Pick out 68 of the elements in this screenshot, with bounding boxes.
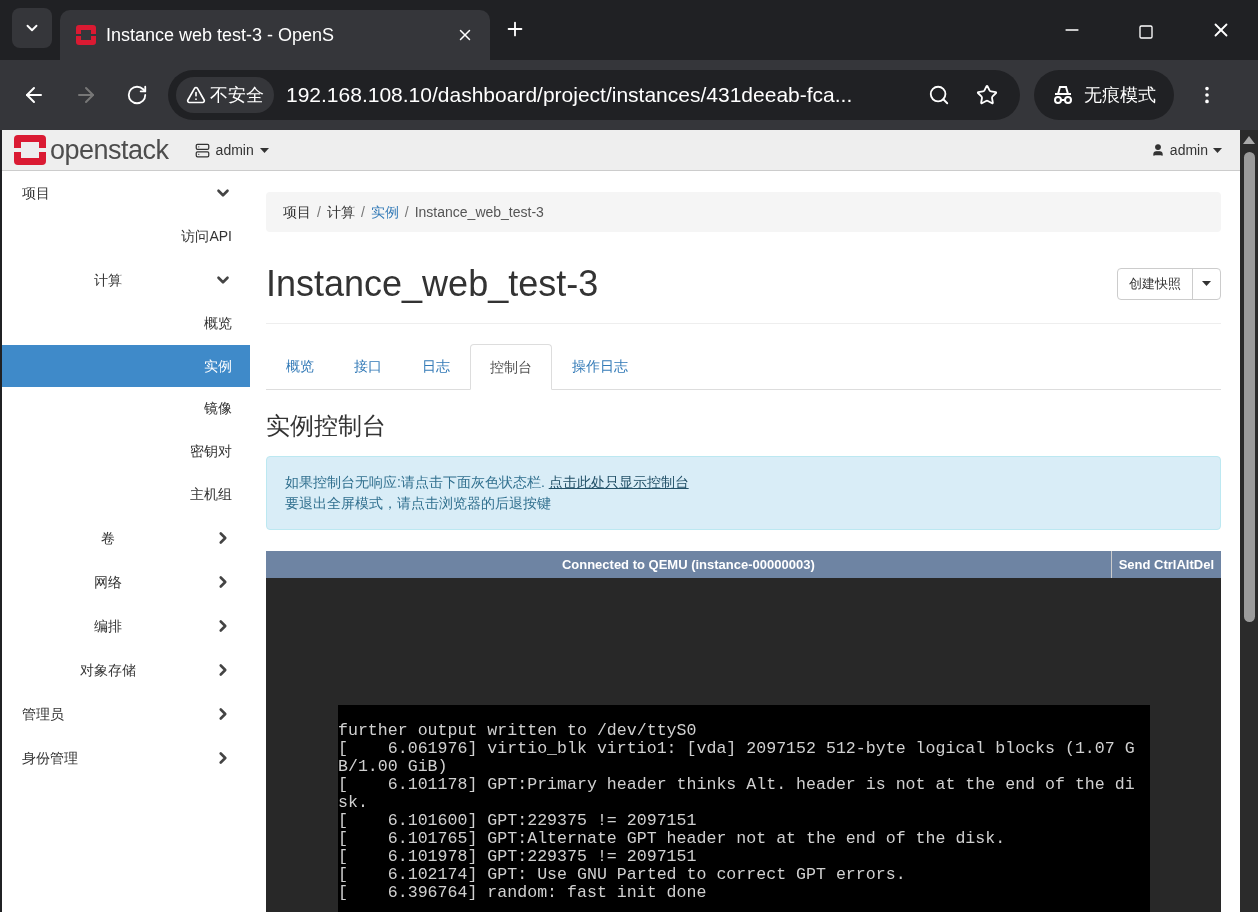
terminal-line: sk.: [338, 794, 369, 812]
security-chip[interactable]: 不安全: [176, 77, 274, 113]
terminal-line: [ 6.061976] virtio_blk virtio1: [vda] 2097152 512-byte logical blocks (1.07 G: [338, 740, 1136, 758]
info-text: 要退出全屏模式，请点击浏览器的后退按键: [285, 494, 552, 513]
caret-icon: [1213, 147, 1222, 153]
terminal-line: [ 6.102174] GPT: Use GNU Parted to correct GPT errors.: [338, 866, 907, 884]
tab-title: Instance web test-3 - OpenS: [106, 23, 336, 47]
terminal-line: further output written to /dev/ttyS0: [338, 722, 698, 740]
maximize-icon[interactable]: [1138, 24, 1154, 40]
tab[interactable]: 接口: [334, 344, 402, 389]
terminal-line: B/1.00 GiB): [338, 758, 449, 776]
breadcrumb-item: 计算: [326, 202, 355, 222]
browser-tab[interactable]: Instance web test-3 - OpenS: [60, 10, 490, 60]
sidebar-group[interactable]: 编排: [2, 604, 250, 648]
sidebar-group[interactable]: 网络: [2, 560, 250, 604]
incognito-icon: [1052, 85, 1074, 105]
create-snapshot-button[interactable]: 创建快照: [1118, 268, 1193, 299]
url-text: 192.168.108.10/dashboard/project/instances/431deeab-fca...: [286, 82, 854, 109]
sidebar-item[interactable]: 主机组: [2, 473, 250, 516]
tab[interactable]: 控制台: [470, 344, 552, 390]
page-title: Instance_web_test-3: [266, 261, 599, 306]
sidebar-section[interactable]: 项目: [2, 171, 250, 215]
sidebar-item[interactable]: 概览: [2, 302, 250, 345]
caret-icon: [1202, 281, 1211, 286]
project-menu[interactable]: admin: [194, 139, 269, 161]
breadcrumb-separator: /: [403, 202, 410, 222]
terminal-line: [ 6.396764] random: fast init done: [338, 884, 708, 902]
tab[interactable]: 操作日志: [552, 344, 648, 389]
terminal-line: [ 6.101600] GPT:229375 != 2097151: [338, 812, 698, 830]
sidebar-section[interactable]: 身份管理: [2, 736, 250, 780]
sidebar-group[interactable]: 卷: [2, 516, 250, 560]
incognito-button[interactable]: 无痕模式: [1034, 70, 1174, 120]
breadcrumb-separator: /: [359, 202, 366, 222]
sidebar-item[interactable]: 访问API: [2, 215, 250, 258]
tab-search-button[interactable]: [12, 8, 52, 48]
sidebar-group[interactable]: 计算: [2, 258, 250, 302]
openstack-logo: openstack: [14, 129, 169, 171]
terminal-line: [ 6.101978] GPT:229375 != 2097151: [338, 848, 698, 866]
reload-icon[interactable]: [126, 84, 148, 106]
breadcrumb-item[interactable]: 实例: [370, 201, 399, 223]
scroll-up-icon[interactable]: [1243, 136, 1255, 144]
sidebar-item[interactable]: 镜像: [2, 387, 250, 430]
console-only-link[interactable]: 点击此处只显示控制台: [548, 474, 689, 490]
user-menu[interactable]: admin: [1150, 139, 1222, 161]
section-title: 实例控制台: [266, 411, 387, 441]
user-icon: [1150, 143, 1165, 157]
warning-icon: [186, 85, 206, 105]
breadcrumb-separator: /: [316, 202, 322, 222]
console-status-bar[interactable]: Connected to QEMU (instance-00000003) Send CtrlAltDel: [266, 551, 1221, 578]
caret-icon: [259, 147, 269, 153]
sidebar-item[interactable]: 实例: [2, 345, 250, 387]
zoom-icon[interactable]: [928, 84, 950, 106]
openstack-logo-icon: [14, 135, 46, 165]
terminal-line: [ 6.101178] GPT:Primary header thinks Alt. header is not at the end of the di: [338, 776, 1136, 794]
sidebar-group[interactable]: 对象存储: [2, 648, 250, 692]
tab[interactable]: 日志: [402, 344, 470, 389]
terminal-line: [ 6.101765] GPT:Alternate GPT header not at the end of the disk.: [338, 830, 1007, 848]
tab[interactable]: 概览: [266, 344, 334, 389]
server-icon: [194, 142, 210, 158]
sidebar-section[interactable]: 管理员: [2, 692, 250, 736]
breadcrumb-item: Instance_web_test-3: [414, 202, 544, 222]
address-bar[interactable]: 不安全 192.168.108.10/dashboard/project/instances/431deeab-fca...: [168, 70, 1020, 120]
info-text: 如果控制台无响应:请点击下面灰色状态栏. 点击此处只显示控制台: [285, 473, 690, 492]
scrollbar[interactable]: [1240, 130, 1258, 912]
sidebar-item[interactable]: 密钥对: [2, 430, 250, 473]
openstack-logo-icon: [76, 25, 96, 45]
breadcrumb-item: 项目: [283, 202, 311, 222]
bookmark-star-icon[interactable]: [976, 84, 998, 106]
